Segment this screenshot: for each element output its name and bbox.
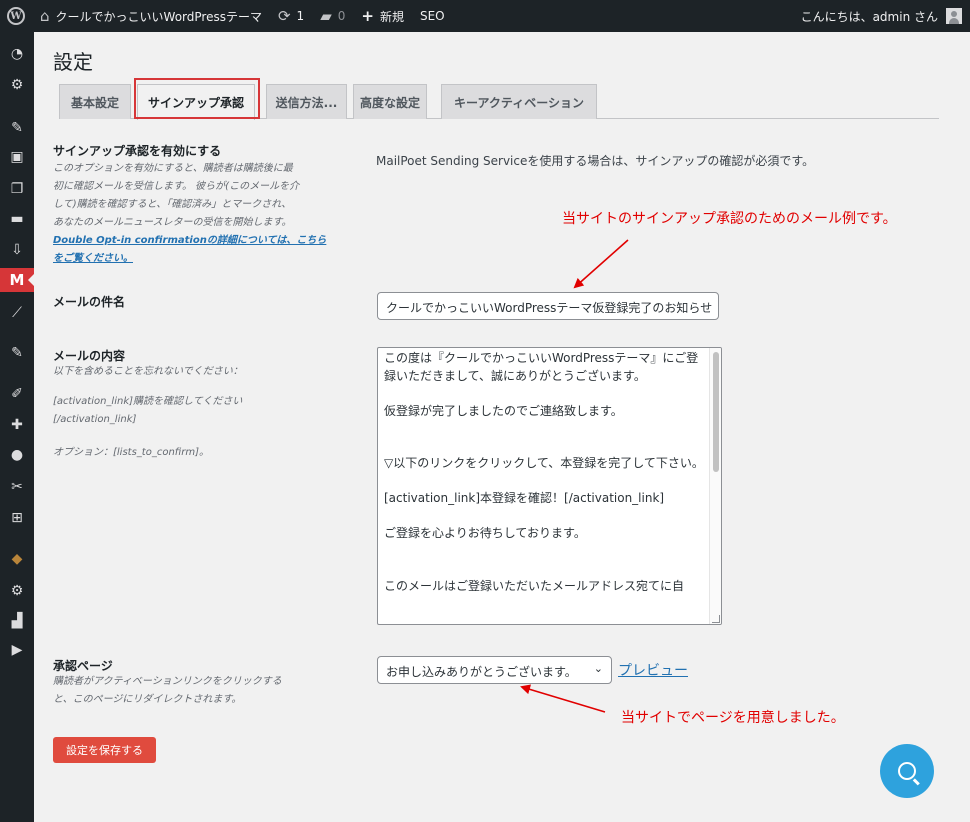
refresh-icon: ⟳ — [277, 6, 291, 25]
gear-icon[interactable]: ⚙ — [0, 579, 34, 603]
new-content-link[interactable]: + 新規 — [353, 0, 412, 32]
email-body-text: この度は『クールでかっこいいWordPressテーマ』にご登録いただきまして、誠… — [384, 351, 704, 593]
chevron-down-icon: ⌄ — [593, 662, 603, 675]
admin-bar: W ⌂ クールでかっこいいWordPressテーマ ⟳ 1 ▰ 0 + 新規 S… — [0, 0, 970, 32]
appearance-icon[interactable]: ✐ — [0, 382, 34, 406]
feedback-icon[interactable]: ⇩ — [0, 238, 34, 262]
tab-key-activation[interactable]: キーアクティベーション — [441, 84, 597, 119]
greeting: こんにちは、admin さん — [800, 9, 938, 24]
mailpoet-sending-info: MailPoet Sending Serviceを使用する場合は、サインアップの… — [376, 154, 815, 168]
site-name-link[interactable]: ⌂ クールでかっこいいWordPressテーマ — [32, 0, 270, 32]
optin-desc-line: あなたのメールニュースレターの受信を開始します。 — [53, 217, 292, 228]
scrollbar-thumb[interactable] — [713, 352, 719, 472]
body-description: 以下を含めることを忘れないでください： [activation_link]購読を… — [53, 363, 353, 462]
textarea-scrollbar[interactable] — [709, 348, 721, 624]
search-icon — [898, 762, 916, 780]
comment-icon: ▰ — [320, 6, 332, 25]
tab-basic[interactable]: 基本設定 — [59, 84, 131, 119]
page-title: 設定 — [53, 50, 93, 74]
main-content: 設定 基本設定 サインアップ承認 送信方法... 高度な設定 キーアクティベーシ… — [34, 32, 970, 822]
confirm-desc-line: 購読者がアクティベーションリンクをクリックする — [53, 676, 282, 687]
confirm-page-description: 購読者がアクティベーションリンクをクリックする と、このページにリダイレクトされ… — [53, 673, 353, 709]
wordpress-logo-menu[interactable]: W — [0, 0, 32, 32]
selected-page: お申し込みありがとうございます。 — [386, 665, 577, 679]
comments-count: 0 — [337, 9, 346, 23]
plus-icon: + — [361, 6, 374, 25]
seo-menu[interactable]: SEO — [412, 0, 453, 32]
pin-icon[interactable]: ✎ — [0, 341, 34, 365]
email-body-textarea[interactable]: この度は『クールでかっこいいWordPressテーマ』にご登録いただきまして、誠… — [377, 347, 722, 625]
comments-icon[interactable]: ▬ — [0, 207, 34, 231]
mailpoet-icon[interactable]: M — [0, 268, 34, 292]
site-name: クールでかっこいいWordPressテーマ — [55, 9, 262, 24]
highlight-box — [134, 78, 260, 119]
pages-icon[interactable]: ❐ — [0, 177, 34, 201]
stats-icon[interactable]: ▟ — [0, 609, 34, 633]
avatar — [946, 8, 962, 24]
seo-label: SEO — [419, 9, 445, 23]
new-label: 新規 — [379, 9, 404, 24]
analytics-icon[interactable]: ⟋ — [0, 301, 34, 325]
save-settings-button[interactable]: 設定を保存する — [53, 737, 156, 763]
optin-desc-line: 初に確認メールを受信します。 彼らが(このメールを介 — [53, 181, 300, 192]
settings-gear-icon[interactable]: ⚙ — [0, 73, 34, 97]
optin-desc-line: して)購読を確認すると、「確認済み」とマークされ、 — [53, 199, 292, 210]
body-desc-line: オプション：[lists_to_confirm]。 — [53, 447, 210, 458]
help-search-button[interactable] — [880, 744, 934, 798]
annotation-email-example: 当サイトのサインアップ承認のためのメール例です。 — [562, 211, 897, 227]
optin-label: サインアップ承認を有効にする — [53, 144, 222, 158]
tools-wrench-icon[interactable]: ✂ — [0, 475, 34, 499]
wordpress-icon: W — [7, 7, 25, 25]
users-icon[interactable]: ● — [0, 443, 34, 467]
posts-pin-icon[interactable]: ✎ — [0, 116, 34, 140]
body-label: メールの内容 — [53, 349, 126, 363]
home-icon: ⌂ — [40, 6, 50, 25]
email-subject-input[interactable]: クールでかっこいいWordPressテーマ仮登録完了のお知らせ — [377, 292, 719, 320]
preview-link[interactable]: プレビュー — [618, 660, 688, 680]
annotation-page-prepared: 当サイトでページを用意しました。 — [621, 710, 845, 726]
confirm-page-label: 承認ページ — [53, 659, 113, 673]
settings-grid-icon[interactable]: ⊞ — [0, 506, 34, 530]
confirmation-page-select[interactable]: お申し込みありがとうございます。 ⌄ — [377, 656, 612, 684]
play-icon[interactable]: ▶ — [0, 638, 34, 662]
comments-link[interactable]: ▰ 0 — [312, 0, 353, 32]
plugins-icon[interactable]: ✚ — [0, 413, 34, 437]
updates-count: 1 — [296, 9, 305, 23]
account-menu[interactable]: こんにちは、admin さん — [793, 0, 970, 32]
admin-side-menu: ◔ ⚙ ✎ ▣ ❐ ▬ ⇩ M ⟋ ✎ ✐ ✚ ● ✂ ⊞ ◆ ⚙ ▟ ▶ — [0, 32, 34, 822]
body-desc-line: 以下を含めることを忘れないでください： — [53, 366, 243, 377]
confirm-desc-line: と、このページにリダイレクトされます。 — [53, 694, 242, 705]
tab-send-with[interactable]: 送信方法... — [266, 84, 347, 119]
double-optin-help-link[interactable]: Double Opt-in confirmationの詳細については、こちら を… — [53, 232, 348, 268]
help-link-line: Double Opt-in confirmationの詳細については、こちら — [53, 235, 327, 246]
body-desc-line: [/activation_link] — [53, 414, 137, 425]
help-link-line: をご覧ください。 — [53, 253, 133, 264]
optin-desc-line: このオプションを有効にすると、購読者は購読後に最 — [53, 163, 293, 174]
dashboard-icon[interactable]: ◔ — [0, 42, 34, 66]
resize-handle[interactable] — [712, 615, 720, 623]
tab-advanced[interactable]: 高度な設定 — [353, 84, 427, 119]
optin-description: このオプションを有効にすると、購読者は購読後に最 初に確認メールを受信します。 … — [53, 160, 348, 268]
media-icon[interactable]: ▣ — [0, 145, 34, 169]
body-desc-line: [activation_link]購読を確認してください — [53, 396, 243, 407]
updates-link[interactable]: ⟳ 1 — [270, 0, 312, 32]
cube-icon[interactable]: ◆ — [0, 547, 34, 571]
subject-label: メールの件名 — [53, 295, 126, 309]
